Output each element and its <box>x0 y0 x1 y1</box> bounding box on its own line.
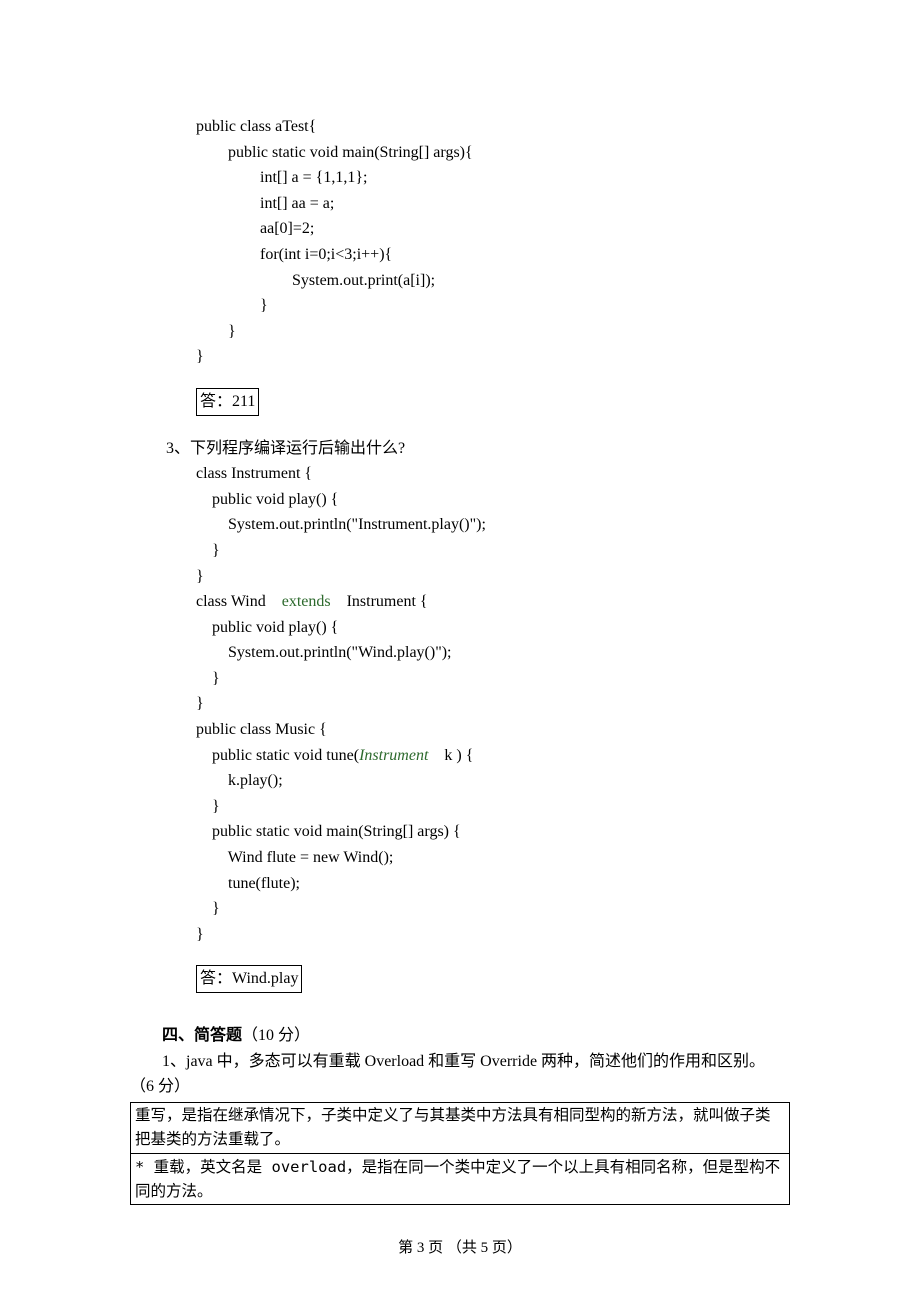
code-line: } <box>196 666 790 692</box>
code-line: public void play() { <box>196 487 790 513</box>
section-4-q1: 1、java 中，多态可以有重载 Overload 和重写 Override 两… <box>162 1049 790 1075</box>
code-line: } <box>196 293 790 319</box>
code-line: class Wind extends Instrument { <box>196 589 790 615</box>
code-line: int[] aa = a; <box>196 191 790 217</box>
answer-box-1: 答：211 <box>196 388 259 416</box>
answer-table: 重写，是指在继承情况下，子类中定义了与其基类中方法具有相同型构的新方法，就叫做子… <box>130 1102 790 1205</box>
code-line: Wind flute = new Wind(); <box>196 845 790 871</box>
code-line: } <box>196 922 790 948</box>
code-line: public class aTest{ <box>196 114 790 140</box>
section-4-title: 四、简答题（10 分） <box>162 1023 790 1049</box>
code-line: } <box>196 319 790 345</box>
code-line: } <box>196 564 790 590</box>
code-line: aa[0]=2; <box>196 216 790 242</box>
answer-row-1: 重写，是指在继承情况下，子类中定义了与其基类中方法具有相同型构的新方法，就叫做子… <box>131 1102 790 1153</box>
code-line: public static void main(String[] args) { <box>196 819 790 845</box>
code-line: public void play() { <box>196 615 790 641</box>
code-line: tune(flute); <box>196 871 790 897</box>
code-line: class Instrument { <box>196 461 790 487</box>
code-line: } <box>196 691 790 717</box>
page-footer: 第 3 页 （共 5 页） <box>0 1236 920 1260</box>
code-line: k.play(); <box>196 768 790 794</box>
code-line: } <box>196 538 790 564</box>
answer-row-2: * 重载，英文名是 overload，是指在同一个类中定义了一个以上具有相同名称… <box>131 1153 790 1204</box>
code-line: System.out.println("Instrument.play()"); <box>196 512 790 538</box>
code-line: int[] a = {1,1,1}; <box>196 165 790 191</box>
question-3-prompt: 3、下列程序编译运行后输出什么? <box>166 436 790 462</box>
code-line: } <box>196 344 790 370</box>
code-line: public static void main(String[] args){ <box>196 140 790 166</box>
code-block-1: public class aTest{ public static void m… <box>196 114 790 370</box>
document-page: public class aTest{ public static void m… <box>0 0 920 1302</box>
code-line: } <box>196 794 790 820</box>
code-line: public static void tune(Instrument k ) { <box>196 743 790 769</box>
code-line: } <box>196 896 790 922</box>
code-line: System.out.println("Wind.play()"); <box>196 640 790 666</box>
keyword-extends: extends <box>282 593 331 610</box>
code-block-2: class Instrument { public void play() { … <box>196 461 790 947</box>
param-type: Instrument <box>359 747 428 764</box>
code-line: System.out.print(a[i]); <box>196 268 790 294</box>
section-4-q1-points: （6 分） <box>130 1074 790 1100</box>
question-3: 3、下列程序编译运行后输出什么? <box>166 436 790 462</box>
code-line: for(int i=0;i<3;i++){ <box>196 242 790 268</box>
answer-box-2: 答：Wind.play <box>196 965 302 993</box>
code-line: public class Music { <box>196 717 790 743</box>
